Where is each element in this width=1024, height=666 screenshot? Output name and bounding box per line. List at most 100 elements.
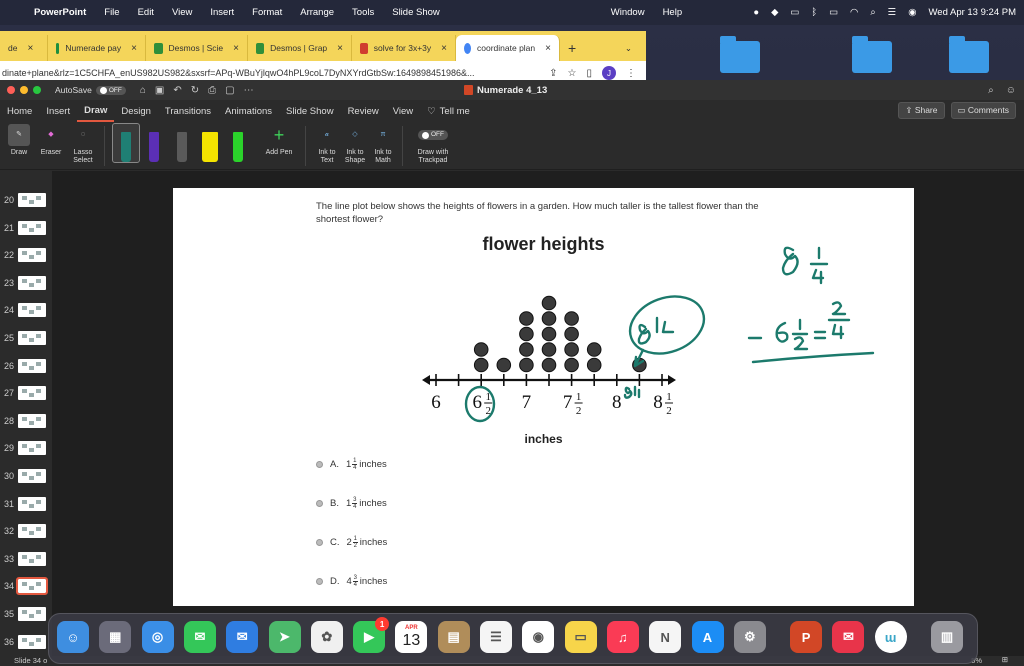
numerade-dock-icon[interactable]: ɯ — [874, 621, 907, 653]
safari-dock-icon[interactable]: ◎ — [141, 621, 174, 653]
folder-icon[interactable] — [949, 36, 989, 73]
slide-thumbnail[interactable]: 24 — [0, 300, 52, 320]
slide-thumbnail[interactable]: 34 — [0, 576, 52, 596]
menu-help[interactable]: Help — [663, 7, 683, 18]
lasso-tool-button[interactable]: ◌ Lasso Select — [68, 124, 98, 165]
pen-gray[interactable] — [169, 124, 195, 162]
pen-purple[interactable] — [141, 124, 167, 162]
menu-slide-show[interactable]: Slide Show — [392, 7, 440, 18]
system-preferences-dock-icon[interactable]: ⚙ — [733, 621, 766, 653]
tab-design[interactable]: Design — [114, 100, 158, 122]
folder-icon[interactable] — [852, 36, 892, 73]
home-icon[interactable]: ⌂ — [140, 85, 146, 96]
chevron-down-icon[interactable]: ⌄ — [617, 35, 640, 61]
autosave-toggle[interactable]: OFF — [95, 85, 126, 95]
new-tab-button[interactable]: + — [560, 35, 584, 61]
slide-thumbnail[interactable]: 26 — [0, 356, 52, 376]
comments-button[interactable]: ▭ Comments — [950, 102, 1016, 119]
print-icon[interactable]: ⎙ — [208, 85, 216, 96]
slide-thumbnail[interactable]: 23 — [0, 273, 52, 293]
minimize-window-icon[interactable] — [20, 86, 28, 94]
close-icon[interactable]: × — [545, 43, 551, 54]
ink-to-text-button[interactable]: 𝒶 Ink to Text — [314, 124, 340, 165]
zoom-window-icon[interactable] — [33, 86, 41, 94]
slide-thumbnail[interactable]: 22 — [0, 245, 52, 265]
slide-thumbnail[interactable]: 30 — [0, 466, 52, 486]
tell-me[interactable]: ♡ Tell me — [420, 100, 477, 122]
slide-thumbnail[interactable]: 21 — [0, 218, 52, 238]
share-icon[interactable]: ⇪ — [549, 68, 557, 79]
tab-draw[interactable]: Draw — [77, 100, 115, 122]
tab-animations[interactable]: Animations — [218, 100, 279, 122]
folder-icon[interactable] — [720, 36, 760, 73]
save-icon[interactable]: ▣ — [155, 85, 164, 96]
mail-alt-dock-icon[interactable]: ✉ — [832, 621, 865, 653]
browser-tab[interactable]: solve for 3x+3y × — [352, 35, 456, 61]
sidebar-icon[interactable]: ▯ — [586, 68, 592, 79]
music-dock-icon[interactable]: ♫ — [606, 621, 639, 653]
tab-view[interactable]: View — [386, 100, 420, 122]
dropbox-icon[interactable]: ◆ — [771, 7, 778, 18]
slide-thumbnail[interactable]: 20 — [0, 190, 52, 210]
messages-dock-icon[interactable]: ✉ — [183, 621, 216, 653]
photos-dock-icon[interactable]: ✿ — [310, 621, 343, 653]
current-slide[interactable]: The line plot below shows the heights of… — [173, 188, 914, 606]
add-pen-button[interactable]: + Add Pen — [259, 124, 299, 157]
calendar-dock-icon[interactable]: APR 13 — [395, 621, 428, 653]
control-center-icon[interactable]: ☰ — [888, 7, 897, 18]
tab-review[interactable]: Review — [341, 100, 386, 122]
slide-thumbnail[interactable]: 25 — [0, 328, 52, 348]
mail-dock-icon[interactable]: ✉ — [226, 621, 259, 653]
launchpad-dock-icon[interactable]: ▦ — [99, 621, 132, 653]
menu-arrange[interactable]: Arrange — [300, 7, 334, 18]
display-icon[interactable]: ▭ — [790, 7, 799, 18]
new-doc-icon[interactable]: ▢ — [225, 85, 234, 96]
draw-with-trackpad-button[interactable]: OFF Draw with Trackpad — [411, 124, 455, 165]
pen-teal[interactable] — [112, 123, 140, 163]
ink-to-math-button[interactable]: π Ink to Math — [370, 124, 396, 165]
browser-tab[interactable]: Desmos | Grap × — [248, 35, 352, 61]
battery-icon[interactable]: ▭ — [829, 7, 838, 18]
siri-icon[interactable]: ◉ — [908, 7, 916, 18]
slide-thumbnail[interactable]: 28 — [0, 411, 52, 431]
more-icon[interactable]: ⋮ — [626, 68, 636, 79]
chrome-dock-icon[interactable]: ◉ — [522, 621, 555, 653]
close-icon[interactable]: × — [233, 43, 239, 54]
draw-tool-button[interactable]: ✎ Draw — [4, 124, 34, 157]
menu-edit[interactable]: Edit — [138, 7, 154, 18]
slide-thumbnail[interactable]: 32 — [0, 521, 52, 541]
powerpoint-dock-icon[interactable]: P — [790, 621, 823, 653]
tab-transitions[interactable]: Transitions — [158, 100, 218, 122]
search-icon[interactable]: ⌕ — [988, 85, 994, 96]
redo-icon[interactable]: ↻ — [191, 85, 199, 96]
star-icon[interactable]: ☆ — [568, 68, 577, 79]
browser-tab[interactable]: Desmos | Scie × — [146, 35, 248, 61]
slide-thumbnail[interactable]: 31 — [0, 494, 52, 514]
browser-tab[interactable]: Numerade pay × — [48, 35, 146, 61]
avatar[interactable]: J — [602, 66, 616, 80]
pen-yellow[interactable] — [197, 124, 223, 162]
search-icon[interactable]: ⌕ — [870, 7, 875, 18]
share-button[interactable]: ⇪ Share — [898, 102, 945, 119]
undo-icon[interactable]: ↶ — [173, 85, 181, 96]
menu-file[interactable]: File — [104, 7, 119, 18]
notes-dock-icon[interactable]: ▭ — [564, 621, 597, 653]
menu-app-name[interactable]: PowerPoint — [34, 7, 86, 18]
more-icon[interactable]: ⋯ — [244, 85, 254, 96]
slide-thumbnail[interactable]: 33 — [0, 549, 52, 569]
tab-slide-show[interactable]: Slide Show — [279, 100, 341, 122]
finder-dock-icon[interactable]: ☺ — [57, 621, 89, 653]
menu-insert[interactable]: Insert — [210, 7, 234, 18]
ink-to-shape-button[interactable]: ◇ Ink to Shape — [342, 124, 368, 165]
close-icon[interactable]: × — [337, 43, 343, 54]
menu-format[interactable]: Format — [252, 7, 282, 18]
record-icon[interactable]: ● — [753, 7, 759, 18]
slide-thumbnail[interactable]: 35 — [0, 604, 52, 624]
tab-insert[interactable]: Insert — [39, 100, 77, 122]
contacts-dock-icon[interactable]: ▤ — [437, 621, 470, 653]
tab-home[interactable]: Home — [0, 100, 39, 122]
menu-tools[interactable]: Tools — [352, 7, 374, 18]
url-text[interactable]: dinate+plane&rlz=1C5CHFA_enUS982US982&sx… — [2, 68, 475, 78]
menu-window[interactable]: Window — [611, 7, 645, 18]
facetime-dock-icon[interactable]: ▶ 1 — [353, 617, 390, 653]
